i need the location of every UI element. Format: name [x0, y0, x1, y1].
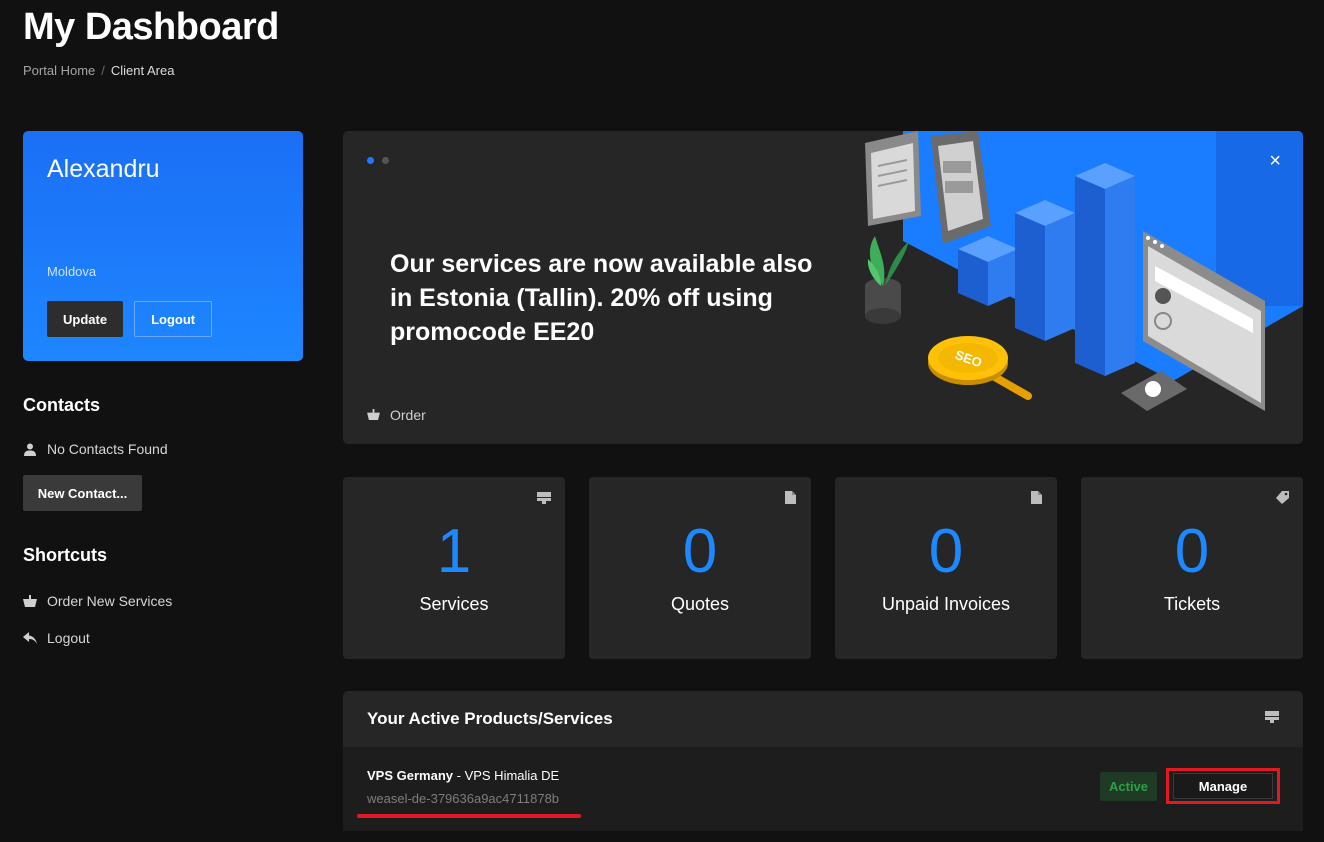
product-name: VPS Germany - VPS Himalia DE: [367, 768, 559, 783]
breadcrumb-separator: /: [101, 63, 105, 78]
manage-button[interactable]: Manage: [1173, 773, 1273, 799]
stat-label: Tickets: [1163, 594, 1221, 614]
document-icon: [1029, 491, 1043, 505]
server-icon: [1265, 710, 1279, 728]
user-icon: [23, 442, 37, 456]
basket-icon: [23, 594, 37, 608]
document-icon: [783, 491, 797, 505]
update-button[interactable]: Update: [47, 301, 124, 337]
profile-logout-button[interactable]: Logout: [134, 301, 213, 337]
product-separator: -: [453, 768, 465, 783]
breadcrumb: Portal Home / Client Area: [23, 63, 174, 78]
stat-tile-unpaid-invoices[interactable]: 0 Unpaid Invoices: [835, 477, 1057, 659]
promo-banner: Our services are now available also in E…: [343, 131, 1303, 444]
active-products-panel: Your Active Products/Services VPS German…: [343, 691, 1303, 831]
no-contacts-row: No Contacts Found: [23, 441, 168, 457]
shortcut-order-new-services[interactable]: Order New Services: [23, 593, 172, 609]
no-contacts-text: No Contacts Found: [47, 441, 168, 457]
highlight-box: Manage: [1166, 768, 1280, 804]
profile-name: Alexandru: [47, 155, 160, 183]
order-link[interactable]: Order: [367, 407, 426, 423]
product-row[interactable]: VPS Germany - VPS Himalia DE weasel-de-3…: [343, 747, 1303, 831]
stat-label: Unpaid Invoices: [881, 594, 1011, 614]
carousel-dot-2[interactable]: [382, 157, 389, 164]
breadcrumb-client-area: Client Area: [110, 63, 175, 78]
profile-card: Alexandru Moldova Update Logout: [23, 131, 303, 361]
shortcut-label: Logout: [47, 630, 90, 646]
close-icon[interactable]: ×: [1269, 151, 1281, 171]
profile-country: Moldova: [47, 264, 97, 279]
page-title: My Dashboard: [23, 6, 279, 48]
server-icon: [537, 491, 551, 505]
status-badge: Active: [1100, 772, 1158, 801]
stat-tile-services[interactable]: 1 Services: [343, 477, 565, 659]
carousel-dots: [367, 157, 389, 164]
shortcuts-heading: Shortcuts: [23, 545, 108, 565]
seo-illustration: SEO: [865, 131, 1303, 411]
stat-tile-quotes[interactable]: 0 Quotes: [589, 477, 811, 659]
product-title: VPS Germany: [367, 768, 453, 783]
highlight-underline: [357, 814, 581, 818]
new-contact-button[interactable]: New Contact...: [23, 475, 142, 511]
carousel-dot-1[interactable]: [367, 157, 374, 164]
shortcut-label: Order New Services: [47, 593, 173, 609]
basket-icon: [367, 407, 380, 423]
stat-label: Quotes: [670, 594, 730, 614]
stat-value: 0: [928, 517, 964, 586]
shortcut-logout[interactable]: Logout: [23, 630, 90, 646]
contacts-heading: Contacts: [23, 395, 101, 415]
promo-text: Our services are now available also in E…: [390, 250, 813, 346]
product-hostname: weasel-de-379636a9ac4711878b: [367, 791, 560, 806]
active-products-title: Your Active Products/Services: [367, 709, 613, 728]
stat-value: 0: [1174, 517, 1210, 586]
tag-icon: [1275, 491, 1289, 505]
order-label: Order: [390, 407, 426, 423]
stat-label: Services: [419, 594, 489, 614]
stat-value: 1: [436, 517, 472, 586]
product-plan: VPS Himalia DE: [464, 768, 560, 783]
stat-value: 0: [682, 517, 718, 586]
stat-tile-tickets[interactable]: 0 Tickets: [1081, 477, 1303, 659]
breadcrumb-portal-home[interactable]: Portal Home: [23, 63, 95, 78]
reply-arrow-icon: [23, 631, 37, 645]
